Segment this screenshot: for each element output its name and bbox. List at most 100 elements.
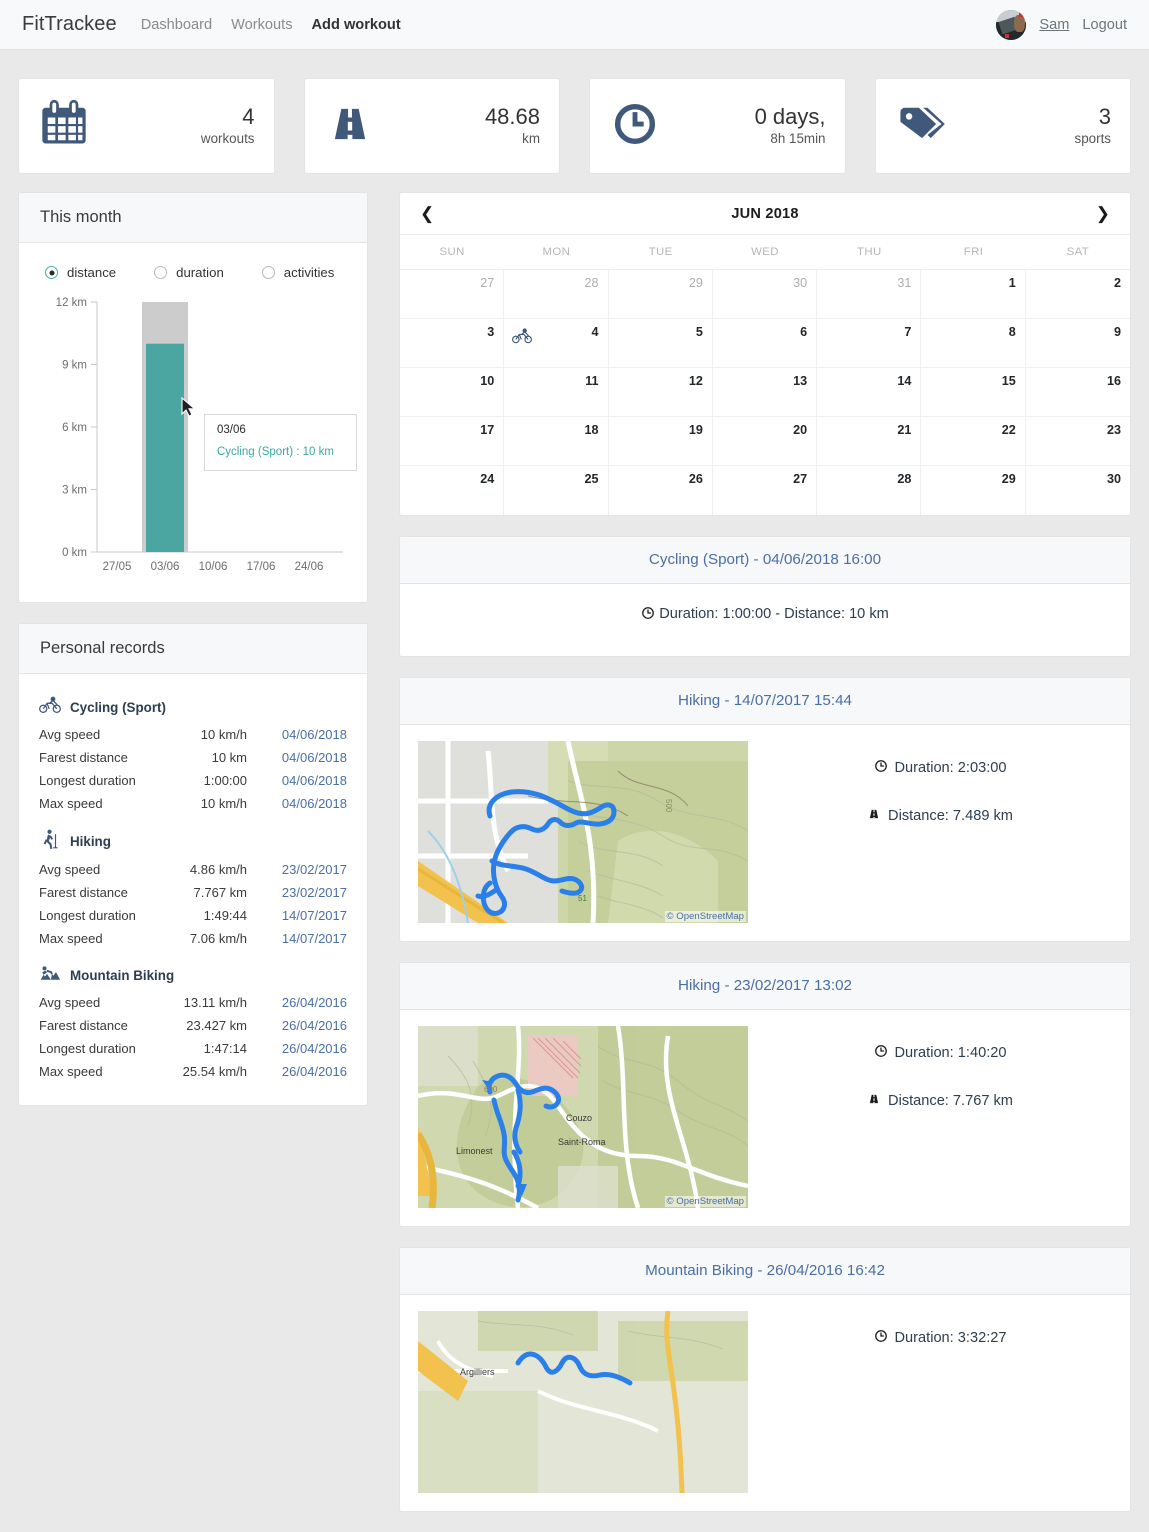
pr-date[interactable]: 26/04/2016 bbox=[263, 1060, 347, 1083]
calendar-day-cell[interactable]: 2 bbox=[1025, 270, 1130, 319]
workout-title-link[interactable]: Mountain Biking - 26/04/2016 16:42 bbox=[645, 1262, 885, 1279]
app-brand[interactable]: FitTrackee bbox=[22, 13, 117, 36]
chart-tooltip: 03/06 Cycling (Sport) : 10 km bbox=[204, 414, 357, 471]
calendar-day-cell[interactable]: 8 bbox=[921, 319, 1026, 368]
calendar-day-cell[interactable]: 30 bbox=[712, 270, 818, 319]
chevron-right-icon[interactable]: ❯ bbox=[1092, 205, 1114, 222]
pr-date[interactable]: 26/04/2016 bbox=[263, 991, 347, 1014]
workout-title-link[interactable]: Hiking - 23/02/2017 13:02 bbox=[678, 977, 852, 994]
pr-date[interactable]: 23/02/2017 bbox=[263, 858, 347, 881]
pr-date[interactable]: 04/06/2018 bbox=[263, 769, 347, 792]
calendar-day-cell[interactable]: 27 bbox=[713, 466, 818, 515]
weekday-thu: THU bbox=[856, 246, 882, 258]
calendar-day-cell[interactable]: 9 bbox=[1025, 319, 1130, 368]
workout-title-link[interactable]: Hiking - 14/07/2017 15:44 bbox=[678, 692, 852, 709]
radio-distance[interactable]: distance bbox=[45, 265, 116, 280]
radio-dot-icon[interactable] bbox=[261, 266, 275, 279]
xtick-label: 24/06 bbox=[295, 561, 324, 573]
calendar-day-cell[interactable]: 18 bbox=[504, 417, 609, 466]
calendar-day-cell[interactable]: 17 bbox=[400, 417, 505, 466]
calendar-day-cell[interactable]: 3 bbox=[400, 319, 505, 368]
radio-dot-icon[interactable] bbox=[45, 266, 58, 279]
calendar-day-number: 17 bbox=[480, 423, 495, 437]
calendar-day-number: 16 bbox=[1106, 374, 1121, 388]
calendar-day-number: 6 bbox=[800, 325, 808, 339]
distance-bar-chart[interactable]: 12 km 9 km 6 km 3 km 0 km 27/05 03/06 10… bbox=[39, 294, 357, 584]
stats-row: 4 workouts 48.68 km 0 days, 8h 15min 3 s… bbox=[0, 50, 1149, 174]
calendar-day-cell[interactable]: 5 bbox=[608, 319, 713, 368]
map-attribution[interactable]: © OpenStreetMap bbox=[664, 911, 746, 922]
pr-row: Max speed 7.06 km/h 14/07/2017 bbox=[39, 927, 347, 950]
pr-table: Avg speed 10 km/h 04/06/2018 Farest dist… bbox=[39, 723, 347, 815]
calendar-day-cell[interactable]: 26 bbox=[609, 466, 713, 515]
radio-activities[interactable]: activities bbox=[261, 265, 334, 280]
calendar-day-cell[interactable]: 6 bbox=[712, 319, 818, 368]
pr-date[interactable]: 26/04/2016 bbox=[263, 1037, 347, 1060]
pr-value: 7.06 km/h bbox=[189, 931, 247, 946]
weekday-wed: WED bbox=[751, 246, 779, 258]
pr-value: 1:47:14 bbox=[203, 1041, 247, 1056]
pr-label: Avg speed bbox=[39, 862, 101, 877]
clock-icon bbox=[641, 607, 659, 624]
pr-date[interactable]: 04/06/2018 bbox=[263, 792, 347, 815]
calendar-day-cell[interactable]: 27 bbox=[400, 270, 505, 319]
cycling-icon[interactable] bbox=[512, 328, 533, 349]
map-attribution[interactable]: © OpenStreetMap bbox=[664, 1196, 746, 1207]
workout-duration-text: Duration: 2:03:00 bbox=[894, 760, 1007, 776]
nav-username[interactable]: Sam bbox=[1039, 17, 1069, 33]
calendar-day-cell[interactable]: 22 bbox=[921, 417, 1026, 466]
workout-map-thumbnail[interactable]: 500 51 © OpenStreetMap bbox=[418, 741, 748, 923]
avatar[interactable] bbox=[996, 9, 1027, 40]
workout-map-thumbnail[interactable]: Argilliers bbox=[418, 1311, 748, 1493]
calendar-day-cell[interactable]: 20 bbox=[712, 417, 818, 466]
calendar-day-cell[interactable]: 24 bbox=[400, 466, 505, 515]
calendar-day-cell[interactable]: 25 bbox=[504, 466, 609, 515]
pr-date[interactable]: 14/07/2017 bbox=[263, 927, 347, 950]
calendar-day-cell[interactable]: 28 bbox=[504, 270, 609, 319]
calendar-day-cell[interactable]: 31 bbox=[817, 270, 922, 319]
workout-card-body: 600 Limonest Couzo Saint-Roma © OpenStre… bbox=[400, 1010, 1130, 1226]
calendar-day-cell[interactable]: 23 bbox=[1025, 417, 1130, 466]
main-nav: Dashboard Workouts Add workout bbox=[141, 17, 401, 33]
mouse-cursor-icon bbox=[181, 396, 197, 424]
workout-title-link[interactable]: Cycling (Sport) - 04/06/2018 16:00 bbox=[649, 551, 881, 568]
pr-date[interactable]: 23/02/2017 bbox=[263, 881, 347, 904]
calendar-day-number: 22 bbox=[1001, 423, 1016, 437]
workout-map-thumbnail[interactable]: 600 Limonest Couzo Saint-Roma © OpenStre… bbox=[418, 1026, 748, 1208]
calendar-day-number: 15 bbox=[1001, 374, 1016, 388]
workout-card-hiking-2: Hiking - 23/02/2017 13:02 600 Limonest C… bbox=[399, 962, 1131, 1227]
nav-link-add-workout[interactable]: Add workout bbox=[312, 17, 401, 33]
calendar-day-cell[interactable]: 15 bbox=[921, 368, 1026, 417]
calendar-day-cell[interactable]: 29 bbox=[921, 466, 1026, 515]
nav-link-workouts[interactable]: Workouts bbox=[231, 17, 292, 33]
calendar-day-cell[interactable]: 30 bbox=[1026, 466, 1130, 515]
ytick-label: 3 km bbox=[62, 485, 87, 497]
radio-duration[interactable]: duration bbox=[154, 265, 224, 280]
nav-link-dashboard[interactable]: Dashboard bbox=[141, 17, 212, 33]
pr-date[interactable]: 04/06/2018 bbox=[263, 746, 347, 769]
pr-value: 10 km bbox=[211, 750, 247, 765]
clock-icon bbox=[609, 98, 661, 155]
workout-duration: Duration: 1:40:20 bbox=[768, 1044, 1112, 1062]
calendar-day-cell[interactable]: 12 bbox=[608, 368, 713, 417]
calendar-day-number: 2 bbox=[1113, 276, 1121, 290]
chevron-left-icon[interactable]: ❮ bbox=[416, 205, 438, 222]
calendar-day-cell[interactable]: 29 bbox=[608, 270, 713, 319]
pr-date[interactable]: 26/04/2016 bbox=[263, 1014, 347, 1037]
calendar-day-cell[interactable]: 28 bbox=[817, 466, 922, 515]
road-icon bbox=[324, 98, 376, 155]
calendar-day-cell[interactable]: 1 bbox=[921, 270, 1026, 319]
calendar-day-cell[interactable]: 16 bbox=[1025, 368, 1130, 417]
calendar-day-cell[interactable]: 10 bbox=[400, 368, 505, 417]
calendar-day-cell[interactable]: 4 bbox=[504, 319, 609, 368]
calendar-day-cell[interactable]: 13 bbox=[712, 368, 818, 417]
pr-date[interactable]: 14/07/2017 bbox=[263, 904, 347, 927]
calendar-day-cell[interactable]: 21 bbox=[817, 417, 922, 466]
calendar-day-cell[interactable]: 7 bbox=[817, 319, 922, 368]
pr-date[interactable]: 04/06/2018 bbox=[263, 723, 347, 746]
radio-dot-icon[interactable] bbox=[154, 266, 168, 279]
calendar-day-cell[interactable]: 11 bbox=[504, 368, 609, 417]
calendar-day-cell[interactable]: 19 bbox=[608, 417, 713, 466]
logout-link[interactable]: Logout bbox=[1082, 17, 1127, 33]
calendar-day-cell[interactable]: 14 bbox=[817, 368, 922, 417]
